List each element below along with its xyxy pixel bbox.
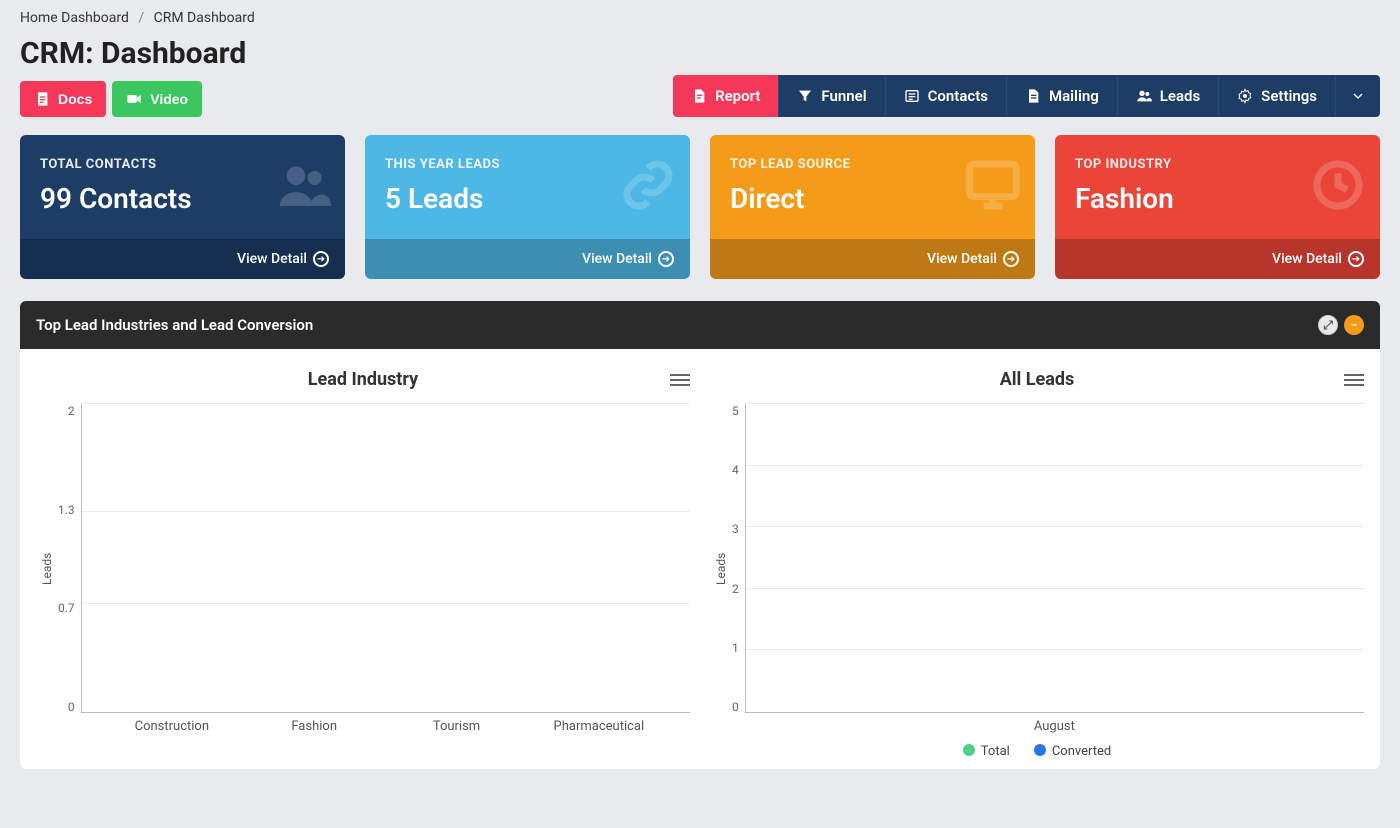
stat-card-top-industry: TOP INDUSTRY Fashion View Detail ➔: [1055, 135, 1380, 279]
stat-label: THIS YEAR LEADS: [385, 157, 670, 172]
stat-cards-row: TOTAL CONTACTS 99 Contacts View Detail ➔…: [20, 135, 1380, 279]
x-tick: Fashion: [243, 719, 385, 734]
y-axis-label: Leads: [36, 404, 54, 734]
filter-icon: [797, 88, 813, 104]
y-tick: 1: [732, 641, 739, 655]
view-detail-label: View Detail: [582, 251, 652, 267]
list-icon: [904, 88, 920, 104]
users-icon: [1136, 88, 1152, 104]
breadcrumb-separator: /: [138, 10, 144, 26]
y-tick: 0: [732, 700, 739, 714]
stat-label: TOTAL CONTACTS: [40, 157, 325, 172]
docs-button[interactable]: Docs: [20, 81, 106, 117]
chart-lead-industry: Lead Industry Leads 2 1.3 0.7 0 Constructio…: [36, 369, 690, 759]
view-detail-label: View Detail: [1272, 251, 1342, 267]
chart-menu-button[interactable]: [1344, 374, 1364, 386]
view-detail-link[interactable]: View Detail ➔: [710, 239, 1035, 279]
view-detail-link[interactable]: View Detail ➔: [365, 239, 690, 279]
plot-grid: [81, 404, 690, 713]
tab-report[interactable]: Report: [673, 75, 779, 117]
view-detail-link[interactable]: View Detail ➔: [1055, 239, 1380, 279]
tab-label: Report: [715, 87, 760, 105]
tab-funnel[interactable]: Funnel: [779, 75, 885, 117]
legend-item[interactable]: Total: [963, 744, 1010, 759]
tab-more-dropdown[interactable]: [1336, 75, 1380, 117]
breadcrumb-current[interactable]: CRM Dashboard: [154, 10, 255, 26]
tab-label: Settings: [1261, 87, 1317, 105]
view-detail-link[interactable]: View Detail ➔: [20, 239, 345, 279]
chart-all-leads: All Leads Leads 5 4 3 2 1 0 August Total Conve…: [710, 369, 1364, 759]
y-tick: 2: [68, 404, 75, 418]
view-detail-label: View Detail: [237, 251, 307, 267]
breadcrumb: Home Dashboard / CRM Dashboard: [20, 0, 1380, 36]
stat-label: TOP INDUSTRY: [1075, 157, 1360, 172]
plot-grid: [745, 404, 1364, 713]
y-tick: 0.7: [58, 601, 75, 615]
video-icon: [126, 91, 142, 107]
arrow-right-icon: ➔: [1003, 251, 1019, 267]
tab-label: Contacts: [928, 87, 988, 105]
chart-title: All Leads: [730, 369, 1344, 390]
tab-leads[interactable]: Leads: [1118, 75, 1219, 117]
video-button[interactable]: Video: [112, 81, 202, 117]
stat-card-top-source: TOP LEAD SOURCE Direct View Detail ➔: [710, 135, 1035, 279]
legend-item[interactable]: Converted: [1034, 744, 1111, 759]
docs-label: Docs: [58, 91, 92, 107]
y-tick: 3: [732, 522, 739, 536]
y-tick: 2: [732, 582, 739, 596]
video-label: Video: [150, 91, 188, 107]
tab-label: Funnel: [821, 87, 866, 105]
document-icon: [1025, 88, 1041, 104]
x-tick: Pharmaceutical: [528, 719, 670, 734]
panel-title: Top Lead Industries and Lead Conversion: [36, 316, 313, 334]
tab-settings[interactable]: Settings: [1219, 75, 1336, 117]
charts-panel: Top Lead Industries and Lead Conversion …: [20, 301, 1380, 769]
legend-swatch: [963, 744, 975, 756]
y-tick: 0: [68, 700, 75, 714]
main-tabs: Report Funnel Contacts Mailing Leads Set…: [673, 75, 1380, 117]
y-axis-label: Leads: [710, 404, 728, 734]
arrow-right-icon: ➔: [313, 251, 329, 267]
document-icon: [34, 91, 50, 107]
tab-label: Leads: [1160, 87, 1200, 105]
chart-title: Lead Industry: [56, 369, 670, 390]
x-tick: Construction: [101, 719, 243, 734]
y-tick: 1.3: [58, 503, 75, 517]
gears-icon: [1237, 88, 1253, 104]
x-tick: August: [765, 719, 1344, 734]
page-title: CRM: Dashboard: [20, 36, 246, 71]
chart-menu-button[interactable]: [670, 374, 690, 386]
stat-card-year-leads: THIS YEAR LEADS 5 Leads View Detail ➔: [365, 135, 690, 279]
arrow-right-icon: ➔: [658, 251, 674, 267]
chart-bars: [82, 404, 690, 712]
x-tick: Tourism: [385, 719, 527, 734]
x-axis-labels: ConstructionFashionTourismPharmaceutical: [81, 713, 690, 734]
tab-contacts[interactable]: Contacts: [886, 75, 1007, 117]
x-axis-labels: August: [745, 713, 1364, 734]
tab-label: Mailing: [1049, 87, 1099, 105]
legend-swatch: [1034, 744, 1046, 756]
chart-legend: Total Converted: [710, 744, 1364, 759]
y-tick: 4: [732, 463, 739, 477]
panel-expand-button[interactable]: ⤢: [1318, 315, 1338, 335]
panel-collapse-button[interactable]: −: [1344, 315, 1364, 335]
y-tick: 5: [732, 404, 739, 418]
stat-label: TOP LEAD SOURCE: [730, 157, 1015, 172]
chevron-down-icon: [1350, 88, 1366, 104]
chart-bars: [746, 404, 1364, 712]
breadcrumb-home[interactable]: Home Dashboard: [20, 10, 129, 26]
y-axis-ticks: 5 4 3 2 1 0: [728, 404, 745, 734]
arrow-right-icon: ➔: [1348, 251, 1364, 267]
file-pdf-icon: [691, 88, 707, 104]
y-axis-ticks: 2 1.3 0.7 0: [54, 404, 81, 734]
view-detail-label: View Detail: [927, 251, 997, 267]
tab-mailing[interactable]: Mailing: [1007, 75, 1118, 117]
stat-card-total-contacts: TOTAL CONTACTS 99 Contacts View Detail ➔: [20, 135, 345, 279]
